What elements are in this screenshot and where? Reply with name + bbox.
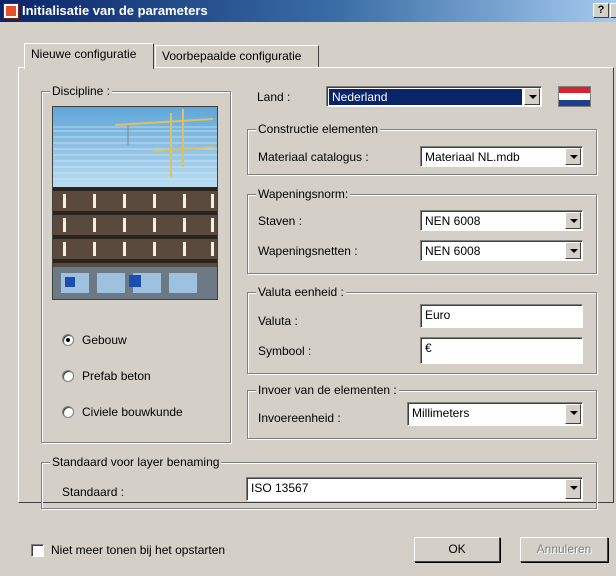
radio-civiele-bouwkunde[interactable] <box>62 406 74 418</box>
radio-civiele-bouwkunde-label[interactable]: Civiele bouwkunde <box>82 405 183 419</box>
niet-meer-tonen-checkbox[interactable] <box>31 544 44 557</box>
chevron-down-icon[interactable] <box>524 88 540 105</box>
chevron-down-icon[interactable] <box>565 479 581 499</box>
tab-nieuwe-configuratie[interactable]: Nieuwe configuratie <box>24 43 154 69</box>
layer-legend: Standaard voor layer benaming <box>50 455 222 469</box>
valuta-value: Euro <box>425 308 451 322</box>
app-icon <box>3 3 19 19</box>
wapening-legend: Wapeningsnorm: <box>256 187 351 201</box>
tab-voorbepaalde-configuratie[interactable]: Voorbepaalde configuratie <box>155 45 319 67</box>
staven-value: NEN 6008 <box>425 214 481 228</box>
land-value: Nederland <box>329 89 522 105</box>
standaard-label: Standaard : <box>62 485 125 499</box>
radio-gebouw-label[interactable]: Gebouw <box>82 333 127 347</box>
invoereenheid-value: Millimeters <box>412 406 470 420</box>
constructie-legend: Constructie elementen <box>256 122 381 136</box>
staven-label: Staven : <box>258 214 303 228</box>
catalogus-label: Materiaal catalogus : <box>258 150 369 164</box>
chevron-down-icon[interactable] <box>565 212 581 229</box>
valuta-field[interactable]: Euro <box>420 304 583 328</box>
standaard-value: ISO 13567 <box>251 481 309 495</box>
wapening-group: Wapeningsnorm: <box>247 187 597 274</box>
close-button[interactable] <box>610 3 616 18</box>
chevron-down-icon[interactable] <box>565 404 581 424</box>
catalogus-value: Materiaal NL.mdb <box>425 150 520 164</box>
netten-value: NEN 6008 <box>425 244 481 258</box>
symbool-value: € <box>425 341 432 355</box>
chevron-down-icon[interactable] <box>565 148 581 165</box>
ok-button[interactable]: OK <box>414 537 500 562</box>
building-construction-photo <box>53 107 217 299</box>
netten-select[interactable]: NEN 6008 <box>420 240 583 261</box>
symbool-label: Symbool : <box>258 344 312 358</box>
radio-gebouw[interactable] <box>62 334 74 346</box>
land-select[interactable]: Nederland <box>326 86 542 107</box>
staven-select[interactable]: NEN 6008 <box>420 210 583 231</box>
catalogus-select[interactable]: Materiaal NL.mdb <box>420 146 583 167</box>
invoer-legend: Invoer van de elementen : <box>256 383 399 397</box>
niet-meer-tonen-label[interactable]: Niet meer tonen bij het opstarten <box>51 543 225 557</box>
cancel-button[interactable]: Annuleren <box>520 537 608 562</box>
title-bar[interactable]: Initialisatie van de parameters ? <box>0 0 616 22</box>
radio-prefab-beton-label[interactable]: Prefab beton <box>82 369 151 383</box>
valuta-label: Valuta : <box>258 314 298 328</box>
symbool-field[interactable]: € <box>420 337 583 364</box>
land-label: Land : <box>257 90 291 104</box>
building-photo <box>52 106 218 300</box>
window-title: Initialisatie van de parameters <box>22 3 208 18</box>
help-button[interactable]: ? <box>593 3 609 18</box>
invoereenheid-label: Invoereenheid : <box>258 411 341 425</box>
chevron-down-icon[interactable] <box>565 242 581 259</box>
valuta-legend: Valuta eenheid : <box>256 285 346 299</box>
standaard-select[interactable]: ISO 13567 <box>246 477 583 501</box>
discipline-legend: Discipline : <box>50 84 113 98</box>
netten-label: Wapeningsnetten : <box>258 244 358 258</box>
radio-prefab-beton[interactable] <box>62 370 74 382</box>
netherlands-flag-icon <box>558 86 591 107</box>
invoereenheid-select[interactable]: Millimeters <box>407 402 583 426</box>
